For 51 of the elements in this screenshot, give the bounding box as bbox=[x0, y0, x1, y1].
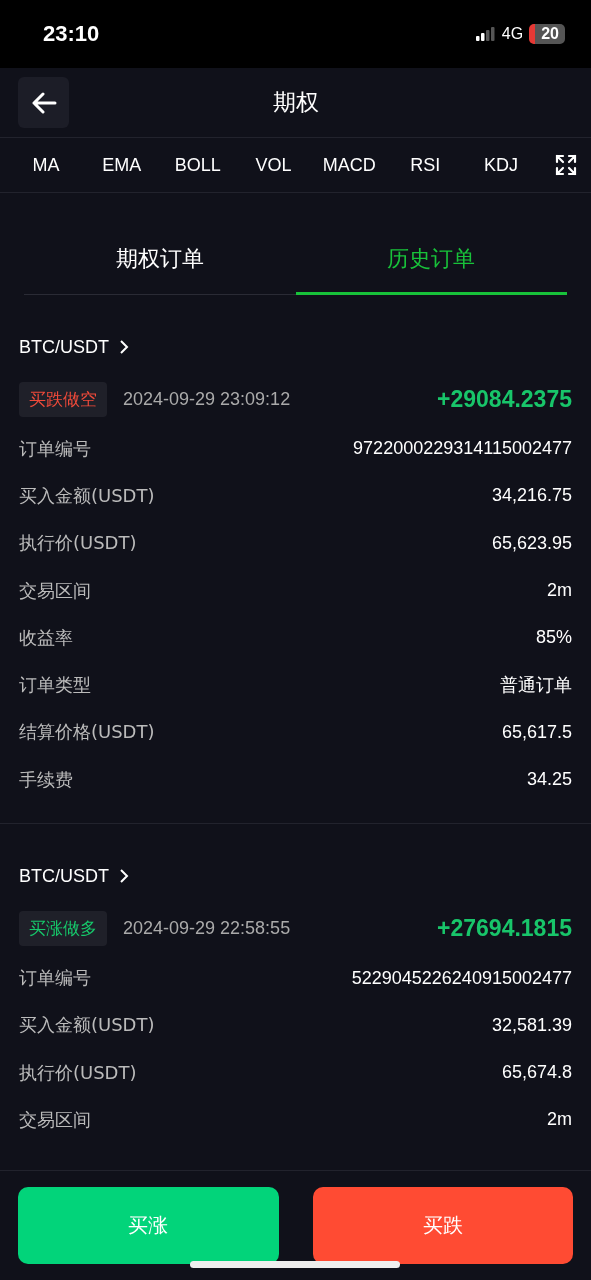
pair-link[interactable]: BTC/USDT bbox=[19, 336, 109, 358]
back-arrow-icon bbox=[30, 91, 57, 114]
order-time: 2024-09-29 23:09:12 bbox=[123, 388, 291, 410]
field-label: 收益率 bbox=[19, 625, 73, 650]
field-value: 85% bbox=[535, 627, 572, 649]
order-time: 2024-09-29 22:58:55 bbox=[123, 917, 291, 939]
indicator-tab[interactable]: MA bbox=[8, 154, 84, 176]
field-value: 34,216.75 bbox=[491, 485, 572, 507]
field-value: 65,617.5 bbox=[501, 721, 572, 743]
field-value: 2m bbox=[547, 1109, 572, 1131]
status-time: 23:10 bbox=[43, 21, 100, 47]
profit-amount: +29084.2375 bbox=[437, 385, 572, 413]
direction-tag: 买跌做空 bbox=[19, 381, 107, 417]
indicator-tab[interactable]: VOL bbox=[235, 154, 312, 176]
field-label: 交易区间 bbox=[19, 578, 91, 603]
field-value: 34.25 bbox=[526, 769, 572, 791]
field-label: 交易区间 bbox=[19, 1107, 91, 1132]
chevron-right-icon bbox=[119, 868, 129, 885]
field-label: 订单编号 bbox=[19, 436, 91, 461]
profit-amount: +27694.1815 bbox=[437, 914, 572, 942]
indicator-tab[interactable]: BOLL bbox=[159, 154, 236, 176]
field-value: 5229045226240915002477 bbox=[351, 967, 572, 989]
signal-icon bbox=[475, 27, 496, 41]
direction-tag: 买涨做多 bbox=[19, 910, 107, 946]
field-value: 9722000229314115002477 bbox=[353, 438, 572, 460]
order-tab[interactable]: 历史订单 bbox=[295, 225, 567, 295]
field-label: 执行价(USDT) bbox=[19, 1060, 137, 1085]
back-button[interactable] bbox=[18, 77, 69, 128]
indicator-tab[interactable]: EMA bbox=[83, 154, 160, 176]
field-value: 普通订单 bbox=[500, 674, 572, 698]
fullscreen-icon[interactable] bbox=[555, 154, 577, 176]
field-label: 买入金额(USDT) bbox=[19, 1013, 155, 1038]
indicator-tab[interactable]: KDJ bbox=[463, 154, 539, 176]
chevron-right-icon bbox=[119, 339, 129, 355]
field-value: 65,674.8 bbox=[501, 1062, 572, 1084]
field-label: 订单类型 bbox=[19, 673, 91, 698]
order-tab[interactable]: 期权订单 bbox=[24, 225, 296, 295]
field-label: 买入金额(USDT) bbox=[19, 483, 155, 508]
indicator-tab[interactable]: MACD bbox=[311, 154, 388, 176]
field-label: 订单编号 bbox=[19, 966, 91, 990]
battery-level: 20 bbox=[529, 24, 565, 44]
field-label: 执行价(USDT) bbox=[19, 531, 137, 556]
pair-link[interactable]: BTC/USDT bbox=[19, 865, 109, 887]
indicator-tab[interactable]: RSI bbox=[387, 154, 464, 176]
network-label: 4G bbox=[501, 25, 524, 43]
field-label: 手续费 bbox=[19, 767, 73, 792]
field-value: 65,623.95 bbox=[491, 532, 572, 554]
field-label: 结算价格(USDT) bbox=[19, 720, 155, 745]
field-value: 2m bbox=[547, 580, 572, 602]
field-value: 32,581.39 bbox=[491, 1014, 572, 1036]
page-title: 期权 bbox=[272, 88, 319, 117]
